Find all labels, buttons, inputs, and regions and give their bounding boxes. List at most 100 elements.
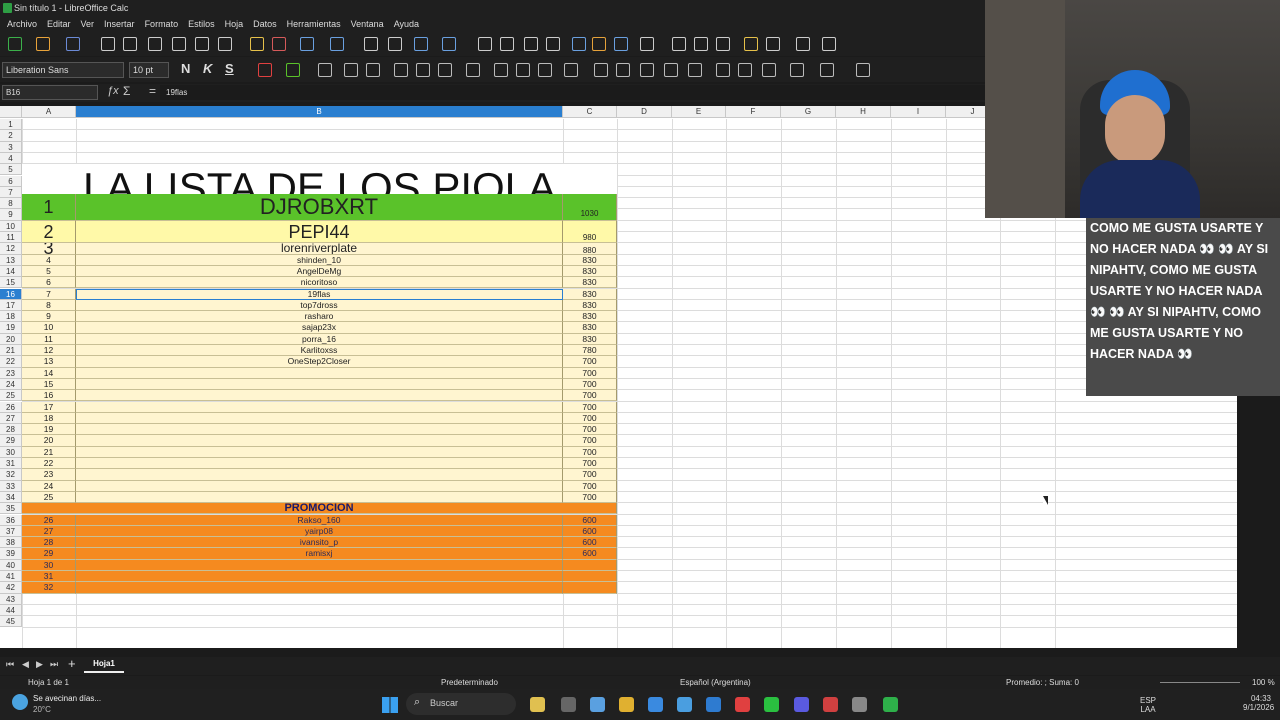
taskbar-app-10[interactable] [794,697,809,712]
name-cell[interactable]: Rakso_160 [76,514,563,526]
row-header-37[interactable]: 37 [0,525,22,538]
name-cell[interactable] [76,469,563,481]
column-header-h[interactable]: H [836,106,891,118]
clock[interactable]: 04:33 9/1/2026 [1243,694,1274,712]
toolbar-icon-31[interactable] [796,37,810,51]
zoom-slider[interactable] [1160,682,1240,683]
row-header-21[interactable]: 21 [0,345,22,357]
zoom-level[interactable]: 100 % [1252,678,1275,687]
first-sheet-icon[interactable]: ⏮ [6,659,14,670]
name-cell[interactable] [76,458,563,470]
toolbar-icon-18[interactable] [478,37,492,51]
menu-item-ver[interactable]: Ver [76,16,100,32]
value-cell[interactable]: 600 [563,525,617,538]
rank-cell[interactable]: 31 [22,571,76,583]
rank-cell[interactable]: 9 [22,311,76,323]
format-icon-10[interactable] [494,63,508,77]
row-header-44[interactable]: 44 [0,604,22,617]
toolbar-icon-22[interactable] [572,37,586,51]
format-icon-4[interactable] [344,63,358,77]
row-header-25[interactable]: 25 [0,390,22,402]
name-cell[interactable] [76,424,563,436]
format-icon-2[interactable] [286,63,300,77]
name-cell[interactable]: AngelDeMg [76,265,563,278]
rank-cell[interactable]: 10 [22,322,76,334]
rank-cell[interactable]: 16 [22,390,76,402]
rank-cell[interactable]: 32 [22,582,76,594]
row-header-22[interactable]: 22 [0,356,22,368]
weather-title[interactable]: Se avecinan días... [33,694,101,703]
name-cell[interactable]: rasharo [76,311,563,323]
row-header-7[interactable]: 7 [0,186,22,199]
format-icon-9[interactable] [466,63,480,77]
taskbar-app-4[interactable] [619,697,634,712]
row-header-2[interactable]: 2 [0,130,22,142]
toolbar-icon-26[interactable] [672,37,686,51]
toolbar-icon-12[interactable] [300,37,314,51]
start-icon[interactable] [382,697,398,713]
menu-item-hoja[interactable]: Hoja [220,16,249,32]
taskbar-app-2[interactable] [561,697,576,712]
value-cell[interactable]: 700 [563,367,617,379]
row-header-3[interactable]: 3 [0,141,22,153]
toolbar-icon-1[interactable] [8,37,22,51]
format-icon-23[interactable] [820,63,834,77]
format-icon-11[interactable] [516,63,530,77]
name-cell[interactable] [76,446,563,458]
rank-cell[interactable]: 12 [22,345,76,357]
column-header-c[interactable]: C [563,106,617,118]
rank-cell[interactable]: 5 [22,265,76,278]
column-header-i[interactable]: I [891,106,946,118]
name-cell[interactable]: sajap23x [76,322,563,334]
menu-item-insertar[interactable]: Insertar [99,16,140,32]
value-cell[interactable]: 700 [563,401,617,413]
taskbar-app-5[interactable] [648,697,663,712]
value-cell[interactable]: 980 [563,220,617,244]
format-icon-1[interactable] [258,63,272,77]
rank-cell[interactable]: 19 [22,424,76,436]
value-cell[interactable]: 700 [563,356,617,368]
name-cell[interactable] [76,582,563,594]
value-cell[interactable]: 830 [563,277,617,289]
toolbar-icon-29[interactable] [744,37,758,51]
underline-button[interactable]: S [225,61,234,76]
toolbar-icon-11[interactable] [272,37,286,51]
format-icon-6[interactable] [394,63,408,77]
row-header-43[interactable]: 43 [0,593,22,605]
select-all-corner[interactable] [0,106,22,118]
row-header-40[interactable]: 40 [0,559,22,571]
format-icon-7[interactable] [416,63,430,77]
row-header-9[interactable]: 9 [0,209,22,221]
formula-equals-icon[interactable]: = [149,84,156,98]
value-cell[interactable]: 830 [563,254,617,266]
name-cell[interactable]: OneStep2Closer [76,356,563,368]
name-cell[interactable]: porra_16 [76,333,563,345]
row-header-4[interactable]: 4 [0,152,22,165]
format-icon-18[interactable] [688,63,702,77]
name-cell[interactable]: Karlitoxss [76,345,563,357]
row-header-38[interactable]: 38 [0,537,22,549]
menu-item-ventana[interactable]: Ventana [346,16,389,32]
row-header-11[interactable]: 11 [0,232,22,244]
name-cell[interactable] [76,412,563,425]
toolbar-icon-5[interactable] [123,37,137,51]
taskbar-app-9[interactable] [764,697,779,712]
format-icon-24[interactable] [856,63,870,77]
row-header-29[interactable]: 29 [0,435,22,447]
name-cell[interactable]: ramisxj [76,548,563,560]
sheet-tab-hoja1[interactable]: Hoja1 [84,659,124,673]
rank-cell[interactable]: 27 [22,525,76,538]
row-header-35[interactable]: 35 [0,503,22,515]
taskbar-app-8[interactable] [735,697,750,712]
rank-cell[interactable]: 15 [22,378,76,391]
value-cell[interactable]: 700 [563,458,617,470]
toolbar-icon-2[interactable] [36,37,50,51]
name-cell[interactable] [76,491,563,504]
name-cell[interactable] [76,571,563,583]
menu-item-herramientas[interactable]: Herramientas [282,16,346,32]
rank-cell[interactable]: 26 [22,514,76,526]
row-header-33[interactable]: 33 [0,480,22,492]
rank-cell[interactable]: 3 [22,243,76,255]
value-cell[interactable]: 880 [563,243,617,255]
bold-button[interactable]: N [181,61,190,76]
